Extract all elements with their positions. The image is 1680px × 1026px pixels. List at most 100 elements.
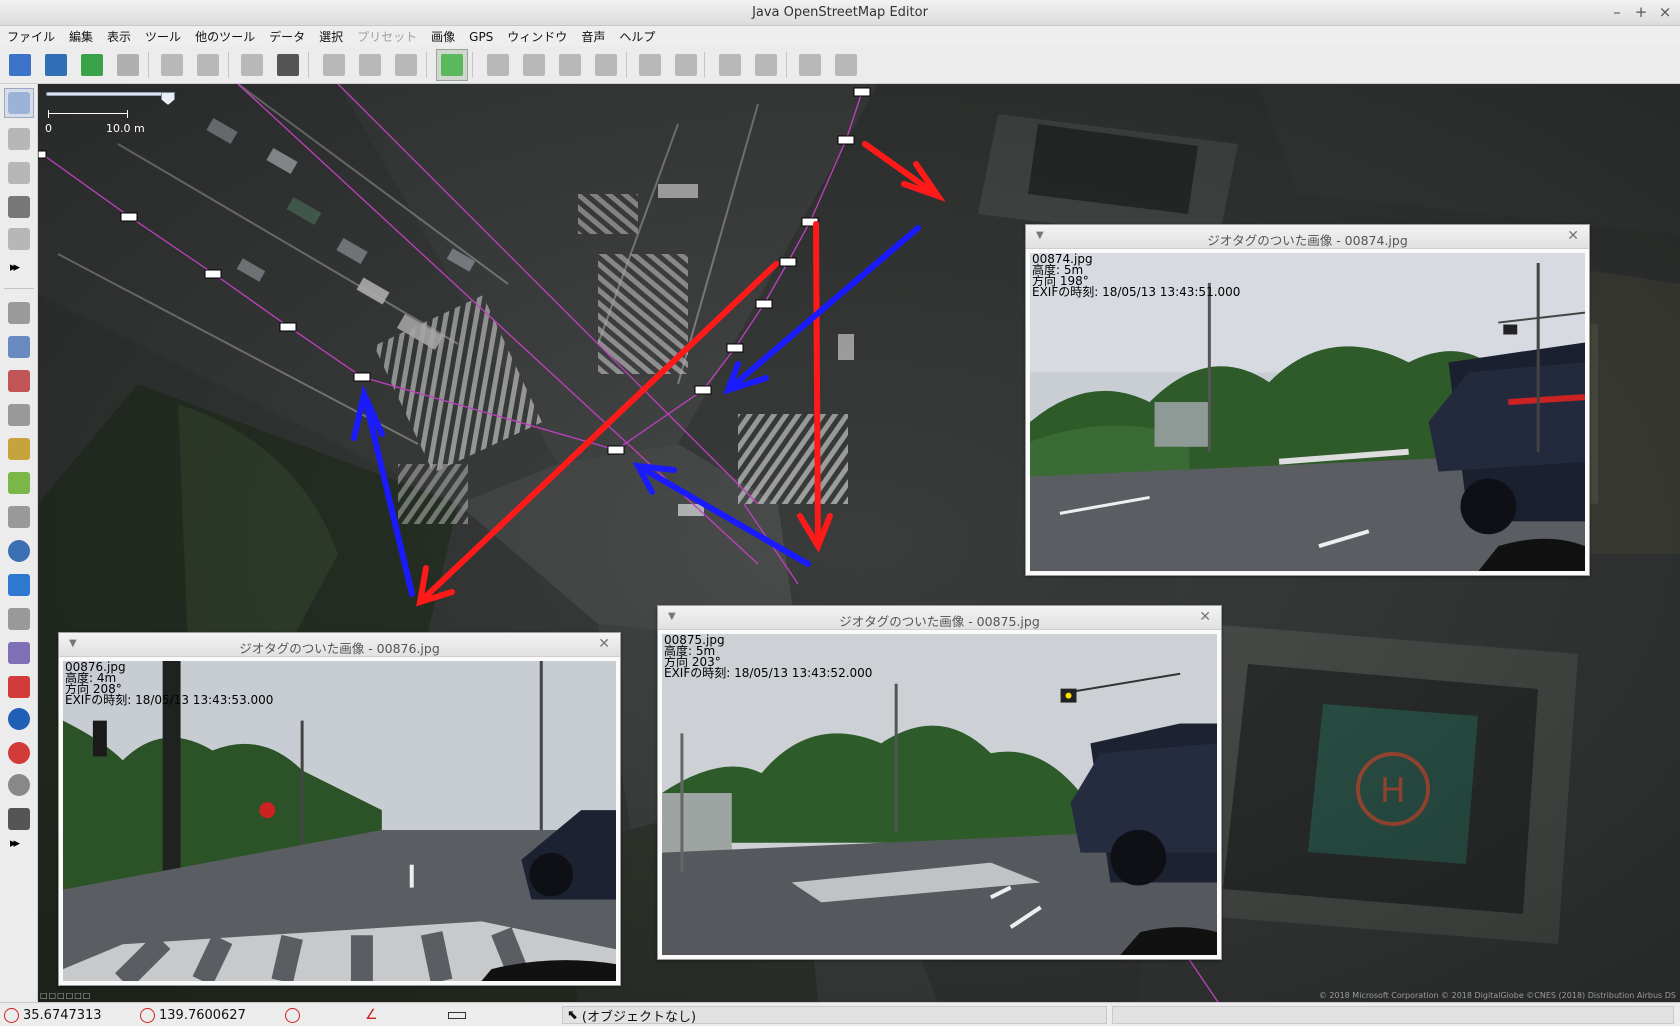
close-button[interactable]: × — [1656, 3, 1674, 21]
copy-button[interactable] — [236, 49, 268, 81]
select-mode-icon — [8, 92, 30, 114]
relations-panel-icon — [8, 370, 30, 392]
wikipedia-button[interactable] — [4, 770, 34, 800]
draw-mode-icon — [8, 128, 30, 150]
split-way-icon — [323, 54, 345, 76]
map-paint-button[interactable] — [4, 638, 34, 668]
validation-button[interactable] — [4, 570, 34, 600]
preset-lamp-icon — [559, 54, 581, 76]
improve-way-icon — [8, 162, 30, 184]
menu-imagery[interactable]: 画像 — [424, 26, 462, 46]
validation-icon — [8, 574, 30, 596]
preset-parking-button[interactable] — [590, 49, 622, 81]
download-button[interactable] — [76, 49, 108, 81]
menu-tools[interactable]: ツール — [138, 26, 188, 46]
preset-car-icon — [639, 54, 661, 76]
zoom-slider-knob[interactable] — [161, 92, 175, 105]
changeset-button[interactable] — [4, 468, 34, 498]
menu-presets[interactable]: プリセット — [350, 26, 424, 46]
notes-icon — [8, 676, 30, 698]
imagery-button[interactable] — [4, 502, 34, 532]
preferences-button[interactable] — [272, 49, 304, 81]
open-icon — [9, 54, 31, 76]
upload-button[interactable] — [112, 49, 144, 81]
preset-car-button[interactable] — [634, 49, 666, 81]
preset-bus-button[interactable] — [670, 49, 702, 81]
layers-panel-button[interactable] — [4, 298, 34, 328]
toolbar-separator — [626, 52, 627, 78]
toolbar-separator — [308, 52, 309, 78]
image-window-titlebar[interactable]: ▼ ジオタグのついた画像 - 00874.jpg ✕ — [1026, 225, 1589, 249]
gpx-import-icon — [8, 196, 30, 218]
layers-panel-icon — [8, 302, 30, 324]
image-exif-time: EXIFの時刻: 18/05/13 13:43:52.000 — [664, 666, 873, 680]
authors-button[interactable] — [4, 434, 34, 464]
undo-button[interactable] — [156, 49, 188, 81]
redo-icon — [197, 54, 219, 76]
close-icon[interactable]: ✕ — [1567, 228, 1579, 244]
close-icon[interactable]: ✕ — [598, 636, 610, 652]
no-entry-button[interactable] — [4, 738, 34, 768]
redo-button[interactable] — [192, 49, 224, 81]
filter-button[interactable] — [4, 604, 34, 634]
conflict-button[interactable] — [4, 536, 34, 566]
draw-mode-button[interactable] — [4, 124, 34, 154]
split-way-button[interactable] — [318, 49, 350, 81]
wireframe-button[interactable] — [436, 49, 468, 81]
menu-gps[interactable]: GPS — [462, 28, 500, 48]
selection-list-button[interactable] — [4, 400, 34, 430]
select-mode-button[interactable] — [4, 88, 34, 118]
image-window-title: ジオタグのついた画像 - 00876.jpg — [239, 641, 440, 656]
combine-way-icon — [359, 54, 381, 76]
preset-door-button[interactable] — [482, 49, 514, 81]
menu-windows[interactable]: ウィンドウ — [500, 26, 574, 46]
download-icon — [81, 54, 103, 76]
window-title: Java OpenStreetMap Editor — [752, 5, 928, 20]
more-tools-icon[interactable]: ▸▸ — [10, 260, 20, 275]
menu-data[interactable]: データ — [262, 26, 312, 46]
preset-factory-button[interactable] — [830, 49, 862, 81]
improve-way-button[interactable] — [4, 158, 34, 188]
image-window-00876[interactable]: ▼ ジオタグのついた画像 - 00876.jpg ✕ 00876.jpg 高度:… — [58, 632, 621, 986]
menu-help[interactable]: ヘルプ — [612, 26, 662, 46]
geotagged-image-button[interactable] — [4, 704, 34, 734]
layer-button[interactable] — [4, 224, 34, 254]
gpx-import-button[interactable] — [4, 192, 34, 222]
image-window-titlebar[interactable]: ▼ ジオタグのついた画像 - 00875.jpg ✕ — [658, 606, 1221, 630]
menu-edit[interactable]: 編集 — [62, 26, 100, 46]
menu-more-tools[interactable]: 他のツール — [188, 26, 262, 46]
combine-way-button[interactable] — [354, 49, 386, 81]
status-bar: 35.6747313 139.7600627 ∠ ⬉ (オブジェクトなし) — [0, 1002, 1680, 1026]
menu-audio[interactable]: 音声 — [574, 26, 612, 46]
camera-button[interactable] — [4, 804, 34, 834]
maximize-button[interactable]: + — [1632, 3, 1650, 21]
open-location-button[interactable] — [40, 49, 72, 81]
angle-field: ∠ — [365, 1006, 445, 1024]
reverse-way-button[interactable] — [390, 49, 422, 81]
notes-button[interactable] — [4, 672, 34, 702]
minimize-button[interactable]: – — [1608, 3, 1626, 21]
preset-restaurant-button[interactable] — [750, 49, 782, 81]
more-tools-icon[interactable]: ▸▸ — [10, 836, 20, 851]
relations-panel-button[interactable] — [4, 366, 34, 396]
zoom-slider[interactable] — [46, 92, 175, 105]
preset-traffic-signals-button[interactable] — [518, 49, 550, 81]
preset-traffic-signals-icon — [523, 54, 545, 76]
preset-lamp-button[interactable] — [554, 49, 586, 81]
toolbar-separator — [704, 52, 705, 78]
menu-file[interactable]: ファイル — [0, 26, 62, 46]
open-button[interactable] — [4, 49, 36, 81]
toolbar-separator — [472, 52, 473, 78]
image-window-titlebar[interactable]: ▼ ジオタグのついた画像 - 00876.jpg ✕ — [59, 633, 620, 657]
image-window-00874[interactable]: ▼ ジオタグのついた画像 - 00874.jpg ✕ 00874.jpg 高度:… — [1025, 224, 1590, 576]
menu-view[interactable]: 表示 — [100, 26, 138, 46]
distance-field — [448, 1006, 558, 1024]
preset-caution-button[interactable] — [714, 49, 746, 81]
preset-castle-button[interactable] — [794, 49, 826, 81]
close-icon[interactable]: ✕ — [1199, 609, 1211, 625]
selection-field: ⬉ (オブジェクトなし) — [562, 1006, 1107, 1025]
tags-panel-button[interactable] — [4, 332, 34, 362]
menu-selection[interactable]: 選択 — [312, 26, 350, 46]
longitude-icon — [140, 1007, 155, 1023]
image-window-00875[interactable]: ▼ ジオタグのついた画像 - 00875.jpg ✕ 00875.jpg 高度:… — [657, 605, 1222, 960]
